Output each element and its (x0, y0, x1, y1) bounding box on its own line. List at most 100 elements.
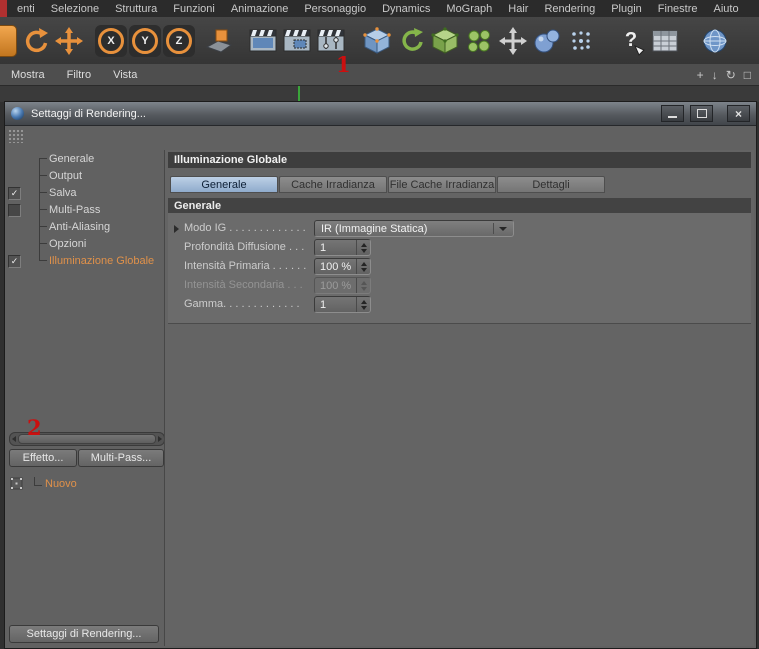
tree-item-anti-aliasing[interactable]: Anti-Aliasing (5, 218, 163, 235)
viewport-axis-line (298, 86, 300, 102)
render-region-icon[interactable] (280, 24, 314, 58)
menu-item-finestre[interactable]: Finestre (650, 3, 706, 15)
scroll-left-icon[interactable] (12, 436, 16, 442)
dolly-icon[interactable]: ↓ (712, 68, 718, 82)
scroll-right-icon[interactable] (158, 436, 162, 442)
z-axis-lock-icon[interactable]: Z (162, 24, 196, 58)
salva-checkbox[interactable]: ✓ (8, 187, 21, 200)
tree-item-output[interactable]: Output (5, 167, 163, 184)
move-tool-icon[interactable] (52, 24, 86, 58)
tree-item-generale[interactable]: Generale (5, 150, 163, 167)
expand-arrow-icon[interactable] (174, 225, 179, 233)
multi-pass-checkbox[interactable] (8, 204, 21, 217)
pan-icon[interactable]: + (697, 68, 704, 82)
gamma-spinner[interactable]: 1 (314, 296, 371, 313)
tree-item-opzioni[interactable]: Opzioni (5, 235, 163, 252)
y-axis-lock-icon[interactable]: Y (128, 24, 162, 58)
particles-icon[interactable] (564, 24, 598, 58)
maximize-button[interactable] (690, 105, 713, 122)
tree-item-salva[interactable]: ✓ Salva (5, 184, 163, 201)
field-row-intensita-secondaria: Intensità Secondaria . . . 100 % (168, 276, 751, 295)
window-sphere-icon (11, 107, 24, 120)
modo-ig-dropdown[interactable]: IR (Immagine Statica) (314, 220, 514, 237)
window-title: Settaggi di Rendering... (31, 107, 146, 120)
multi-pass-button[interactable]: Multi-Pass... (78, 449, 164, 467)
close-button[interactable]: × (727, 105, 750, 122)
toggle-view-icon[interactable]: □ (744, 68, 751, 82)
viewport-nav-icons: + ↓ ↻ □ (697, 64, 751, 85)
add-cube-icon[interactable] (360, 24, 394, 58)
spreadsheet-icon[interactable] (648, 24, 682, 58)
green-cube-icon[interactable] (428, 24, 462, 58)
profondita-diffusione-spinner[interactable]: 1 (314, 239, 371, 256)
spinner-arrows-icon[interactable] (356, 297, 370, 312)
settings-panel: Illuminazione Globale Generale Cache Irr… (164, 150, 754, 646)
tree-item-label: Multi-Pass (49, 203, 101, 216)
tab-generale[interactable]: Generale (170, 176, 278, 193)
menu-item-animazione[interactable]: Animazione (223, 3, 296, 15)
window-titlebar[interactable]: Settaggi di Rendering... × (5, 102, 756, 126)
panel-header: Illuminazione Globale (168, 152, 751, 168)
green-rotate-icon[interactable] (394, 24, 428, 58)
cluster-icon[interactable] (462, 24, 496, 58)
field-label: Modo IG . . . . . . . . . . . . . (184, 222, 306, 234)
field-row-modo-ig: Modo IG . . . . . . . . . . . . . IR (Im… (168, 219, 751, 238)
spinner-value: 100 % (320, 279, 352, 292)
annotation-2: 2 (27, 415, 42, 440)
rotate-tool-icon[interactable] (18, 24, 52, 58)
tree-item-label: Anti-Aliasing (49, 220, 111, 233)
field-label: Intensità Secondaria . . . (184, 279, 303, 291)
menu-item-plugin[interactable]: Plugin (603, 3, 650, 15)
settings-tree: Generale Output ✓ Salva Multi-Pass Anti-… (5, 150, 163, 269)
main-toolbar: X Y Z ? (0, 17, 759, 65)
tab-file-cache-irradianza[interactable]: File Cache Irradianza (388, 176, 496, 193)
illuminazione-globale-checkbox[interactable]: ✓ (8, 255, 21, 268)
menu-item-personaggio[interactable]: Personaggio (296, 3, 374, 15)
menu-item-selezione[interactable]: Selezione (43, 3, 107, 15)
tab-cache-irradianza[interactable]: Cache Irradianza (279, 176, 387, 193)
settaggi-di-rendering-button[interactable]: Settaggi di Rendering... (9, 625, 159, 643)
effect-item-icon (10, 477, 23, 490)
menu-item-filtro[interactable]: Filtro (56, 69, 102, 81)
spinner-arrows-icon[interactable] (356, 259, 370, 274)
expand-arrows-icon[interactable] (496, 24, 530, 58)
menu-item-funzioni[interactable]: Funzioni (165, 3, 223, 15)
intensita-primaria-spinner[interactable]: 100 % (314, 258, 371, 275)
menu-item-dynamics[interactable]: Dynamics (374, 3, 438, 15)
spinner-arrows-icon[interactable] (356, 240, 370, 255)
tree-item-illuminazione-globale[interactable]: ✓ Illuminazione Globale (5, 252, 163, 269)
partial-red-icon (0, 0, 7, 17)
menu-item-mograph[interactable]: MoGraph (438, 3, 500, 15)
metaball-icon[interactable] (530, 24, 564, 58)
menu-item-rendering[interactable]: Rendering (536, 3, 603, 15)
spinner-value: 1 (320, 298, 327, 311)
tab-dettagli[interactable]: Dettagli (497, 176, 605, 193)
rotate-view-icon[interactable]: ↻ (726, 68, 736, 82)
viewport-background (0, 86, 759, 102)
menu-item-struttura[interactable]: Struttura (107, 3, 165, 15)
tree-item-label: Salva (49, 186, 77, 199)
help-icon[interactable]: ? (614, 24, 648, 58)
effetto-button[interactable]: Effetto... (9, 449, 77, 467)
spinner-value: 1 (320, 241, 327, 254)
workplane-icon[interactable] (202, 24, 236, 58)
tree-item-label: Output (49, 169, 83, 182)
x-axis-lock-icon[interactable]: X (94, 24, 128, 58)
field-row-profondita-diffusione: Profondità Diffusione . . . 1 (168, 238, 751, 257)
menu-item-strumenti[interactable]: enti (9, 3, 43, 15)
render-settings-window: Settaggi di Rendering... × Generale Outp… (4, 101, 757, 649)
tree-item-label: Illuminazione Globale (49, 254, 155, 267)
palette-grip[interactable] (8, 129, 23, 143)
render-view-icon[interactable] (246, 24, 280, 58)
partial-tool-icon[interactable] (0, 24, 18, 58)
list-item-nuovo[interactable]: Nuovo (45, 478, 77, 490)
browser-globe-icon[interactable] (698, 24, 732, 58)
tree-item-multi-pass[interactable]: Multi-Pass (5, 201, 163, 218)
viewport-menubar: Mostra Filtro Vista + ↓ ↻ □ (0, 64, 759, 86)
dropdown-value: IR (Immagine Statica) (321, 222, 428, 235)
menu-item-aiuto[interactable]: Aiuto (706, 3, 747, 15)
menu-item-vista[interactable]: Vista (102, 69, 148, 81)
minimize-button[interactable] (661, 105, 684, 122)
menu-item-mostra[interactable]: Mostra (0, 69, 56, 81)
menu-item-hair[interactable]: Hair (500, 3, 536, 15)
